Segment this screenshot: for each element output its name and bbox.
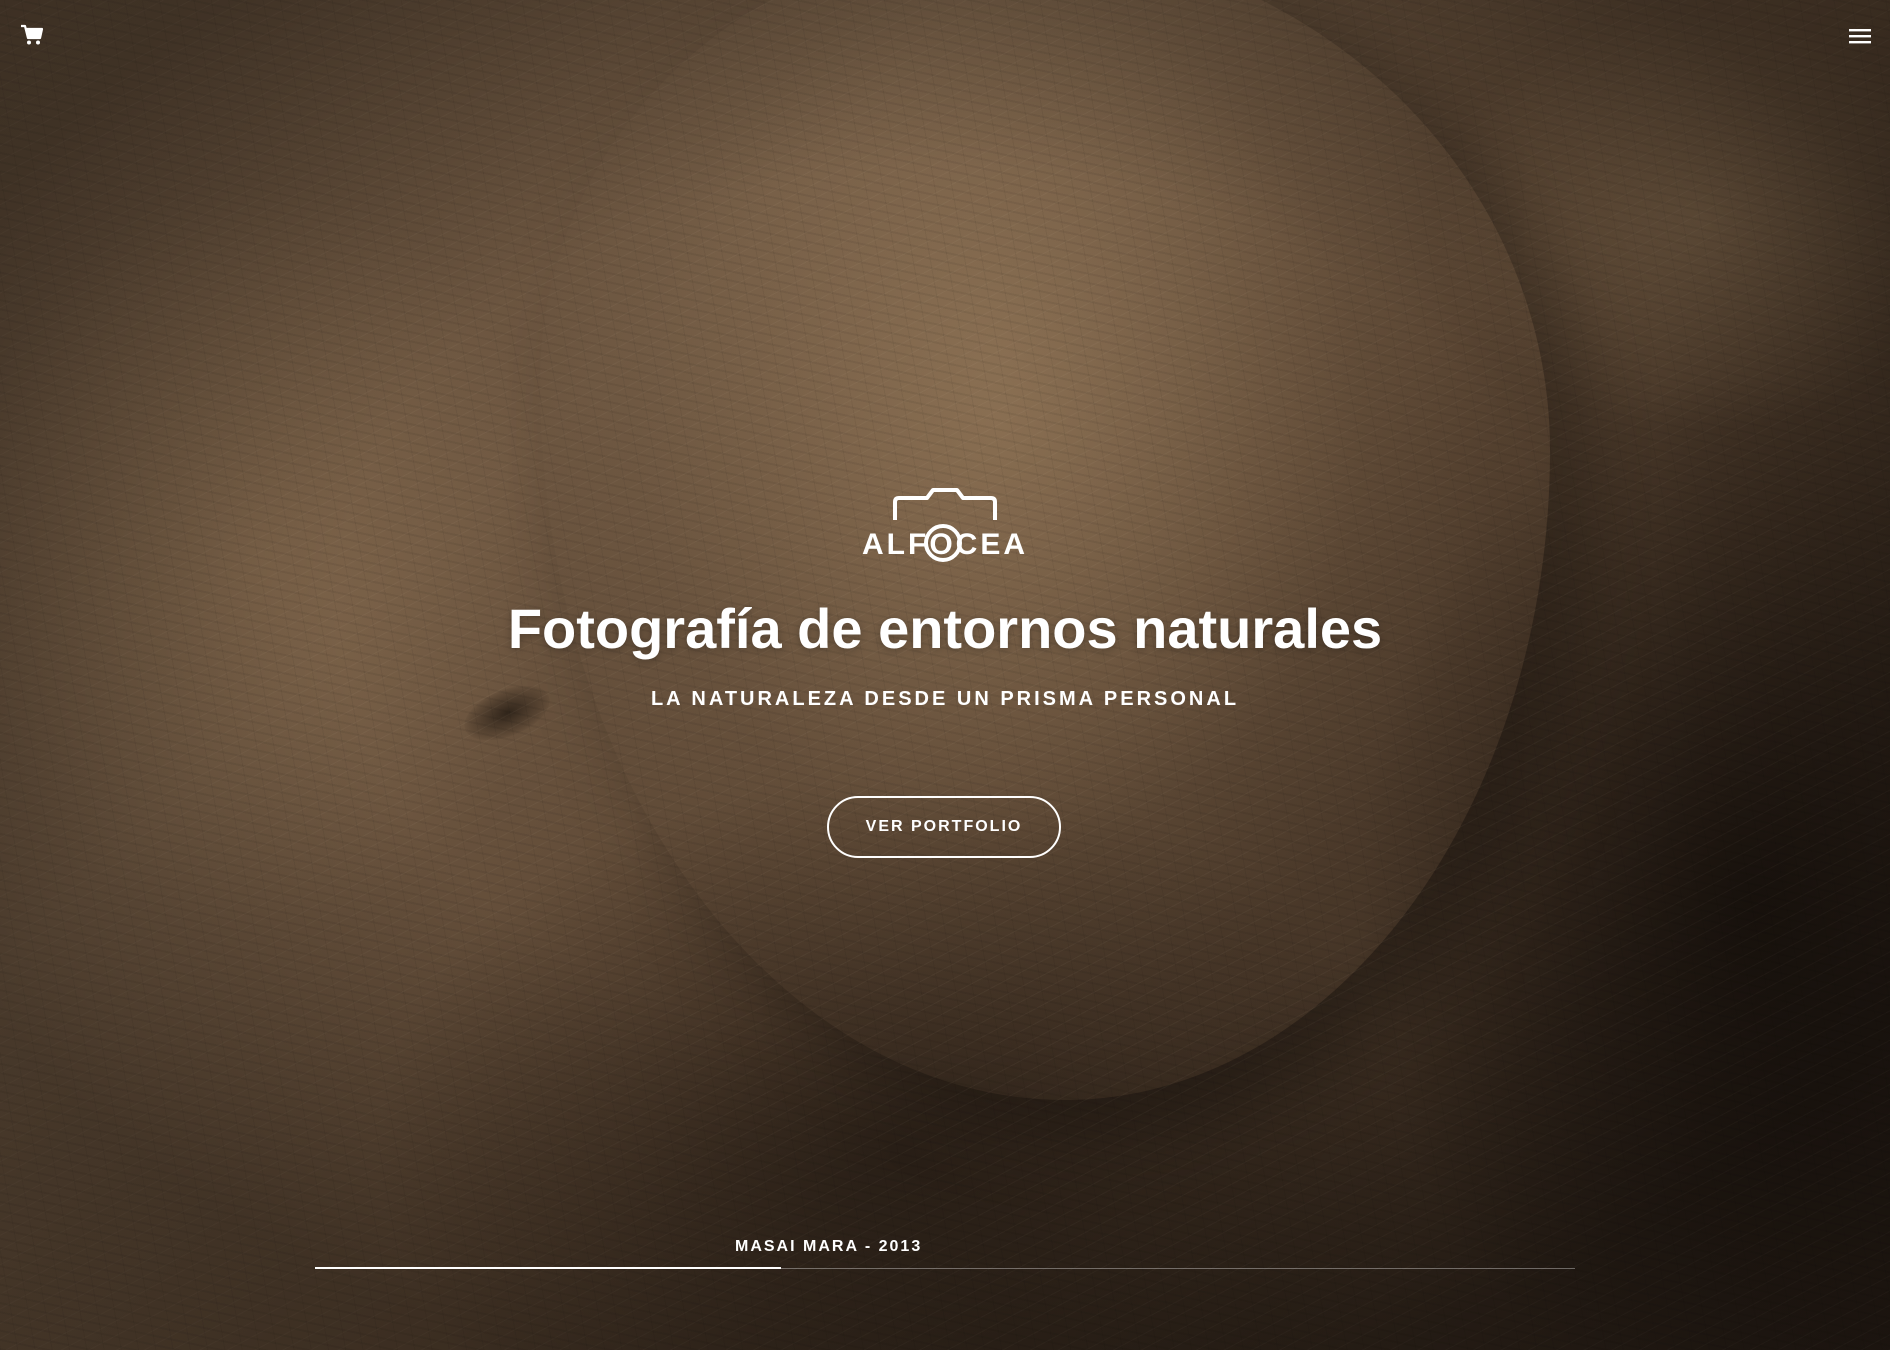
view-portfolio-button[interactable]: VER PORTFOLIO xyxy=(827,796,1061,858)
page-subtitle: LA NATURALEZA DESDE UN PRISMA PERSONAL xyxy=(650,688,1240,710)
elephant-ear-shape xyxy=(540,0,1550,1100)
slider-progress-fill xyxy=(315,1267,782,1269)
slider-progress-track[interactable] xyxy=(315,1267,1575,1269)
menu-button[interactable] xyxy=(1848,26,1872,46)
skin-texture xyxy=(0,0,1890,1350)
logo-text: ALFOCEA xyxy=(862,528,1028,561)
page-title: Fotografía de entornos naturales xyxy=(507,597,1383,660)
elephant-eye xyxy=(456,674,558,752)
cart-icon xyxy=(21,24,44,45)
hero-section: ALFOCEA Fotografía de entornos naturales… xyxy=(0,0,1890,1350)
brand-logo[interactable]: ALFOCEA xyxy=(855,486,1035,566)
cart-button[interactable] xyxy=(20,24,44,46)
menu-icon xyxy=(1849,29,1871,44)
vignette-overlay xyxy=(0,0,1890,1350)
slide-caption: MASAI MARA - 2013 xyxy=(735,1238,923,1255)
